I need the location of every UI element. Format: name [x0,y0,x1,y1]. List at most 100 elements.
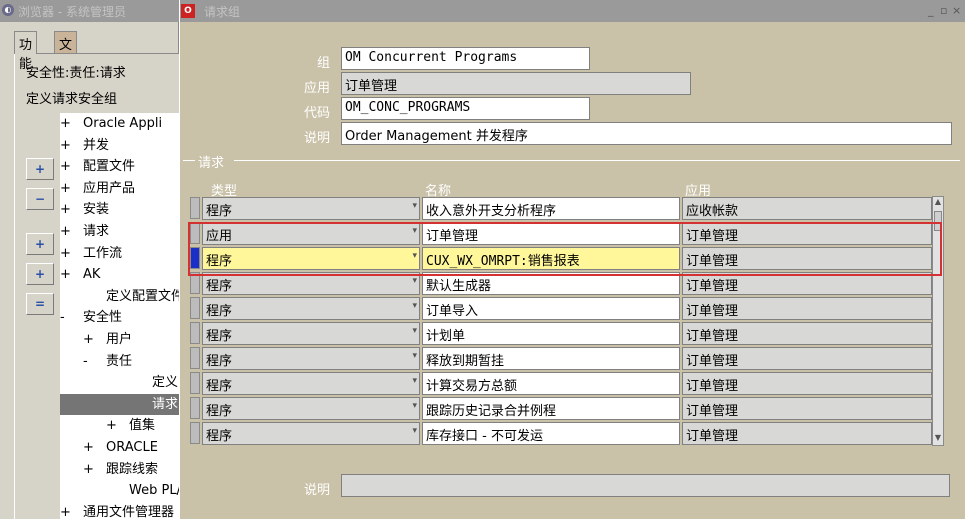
tree-node[interactable]: 请求 [60,393,179,415]
table-row[interactable]: 程序 ▾ 库存接口 - 不可发运 订单管理 [190,421,932,446]
record-indicator[interactable] [190,422,200,444]
tree-node-label: 安全性 [83,310,123,326]
tree-node[interactable]: 定义 [129,372,178,393]
application-cell[interactable]: 订单管理 [682,372,932,395]
dropdown-arrow-icon[interactable]: ▾ [412,376,417,386]
description-field[interactable]: Order Management 并发程序 [341,122,952,145]
name-cell[interactable]: 计划单 [422,322,680,345]
dropdown-arrow-icon[interactable]: ▾ [412,201,417,211]
tree-node-label: 应用产品 [83,180,136,196]
application-field[interactable]: 订单管理 [341,72,691,95]
close-icon[interactable]: × [952,4,961,17]
tree-node[interactable]: + 请求 [60,221,109,242]
table-row[interactable]: 程序 ▾ 计算交易方总额 订单管理 [190,371,932,396]
table-row[interactable]: 程序 ▾ 计划单 订单管理 [190,321,932,346]
minimize-icon[interactable]: _ [928,4,934,17]
collapse-button[interactable]: − [26,188,54,210]
application-cell[interactable]: 应收帐款 [682,197,932,220]
name-cell[interactable]: 跟踪历史记录合并例程 [422,397,680,420]
dropdown-arrow-icon[interactable]: ▾ [412,401,417,411]
tree-node[interactable]: + 并发 [60,135,109,156]
record-indicator[interactable] [190,372,200,394]
table-row[interactable]: 程序 ▾ 收入意外开支分析程序 应收帐款 [190,196,932,221]
tree-node[interactable]: + 通用文件管理器 [60,502,174,519]
expand-all-button[interactable]: + [26,263,54,285]
expand-node-icon: + [60,137,71,153]
tree-node-label: 请求 [152,396,179,412]
footer-description-field[interactable] [341,474,950,497]
name-cell[interactable]: 释放到期暂挂 [422,347,680,370]
function-tree: + Oracle Appli + 并发 + 配置文件 + 应用产品 + 安装 + 请求 + 工作流 + AK 定… [60,113,179,519]
scroll-down-icon[interactable]: ▼ [933,433,943,445]
tab-functions[interactable]: 功能 [14,31,38,72]
type-cell[interactable]: 程序 ▾ [202,322,420,345]
tree-node[interactable]: - 责任 [83,351,132,372]
tree-node[interactable]: 定义配置文件 [83,286,179,307]
code-label: 代码 [303,106,330,121]
dropdown-arrow-icon[interactable]: ▾ [412,426,417,436]
type-value: 程序 [206,304,233,319]
tree-node-label: 用户 [106,332,133,347]
record-indicator[interactable] [190,197,200,219]
tree-node[interactable]: + 工作流 [60,243,122,264]
record-indicator[interactable] [190,397,200,419]
maximize-icon[interactable]: ▫ [940,4,947,17]
scroll-up-icon[interactable]: ▲ [933,197,943,209]
expand-branch-button[interactable]: + [26,233,54,255]
annotation-highlight-box [188,222,942,276]
expand-button[interactable]: + [26,158,54,180]
tree-node[interactable]: - 安全性 [60,307,122,328]
group-field[interactable]: OM Concurrent Programs [341,47,590,70]
application-cell[interactable]: 订单管理 [682,422,932,445]
application-cell[interactable]: 订单管理 [682,322,932,345]
type-cell[interactable]: 程序 ▾ [202,422,420,445]
expand-node-icon: + [83,440,94,455]
name-cell[interactable]: 收入意外开支分析程序 [422,197,680,220]
type-cell[interactable]: 程序 ▾ [202,197,420,220]
tree-node-label: 通用文件管理器 [83,504,175,519]
tab-documents[interactable]: 文档 [54,31,78,72]
table-row[interactable]: 程序 ▾ 释放到期暂挂 订单管理 [190,346,932,371]
type-cell[interactable]: 程序 ▾ [202,297,420,320]
name-cell[interactable]: 计算交易方总额 [422,372,680,395]
dropdown-arrow-icon[interactable]: ▾ [412,276,417,286]
tree-node[interactable]: + 配置文件 [60,156,135,177]
tree-node[interactable]: + Oracle Appli [60,113,162,134]
tree-node[interactable]: + 用户 [83,329,132,350]
tree-node[interactable]: + AK [60,264,100,285]
application-cell[interactable]: 订单管理 [682,297,932,320]
record-indicator[interactable] [190,347,200,369]
table-row[interactable]: 程序 ▾ 订单导入 订单管理 [190,296,932,321]
code-field[interactable]: OM_CONC_PROGRAMS [341,97,590,120]
navigator-titlebar: ◐ 浏览器 - 系统管理员 [0,0,179,22]
tree-node[interactable]: + 跟踪线索 [83,459,158,480]
dropdown-arrow-icon[interactable]: ▾ [412,351,417,361]
tree-node[interactable]: Web PL/S [106,480,179,501]
type-cell[interactable]: 程序 ▾ [202,372,420,395]
expand-node-icon: + [60,159,71,175]
tree-node[interactable]: + 值集 [106,415,155,436]
tree-node[interactable]: + ORACLE [83,437,158,458]
collapse-all-button[interactable]: = [26,293,54,315]
oracle-icon: O [181,4,195,18]
expand-node-icon: + [60,180,71,196]
section-divider [183,160,195,161]
type-value: 程序 [206,354,233,369]
type-value: 程序 [206,279,233,294]
section-divider [234,160,960,161]
name-cell[interactable]: 订单导入 [422,297,680,320]
tree-node-label: 安装 [83,202,110,218]
tree-node[interactable]: + 应用产品 [60,178,135,199]
type-cell[interactable]: 程序 ▾ [202,397,420,420]
application-cell[interactable]: 订单管理 [682,347,932,370]
dropdown-arrow-icon[interactable]: ▾ [412,301,417,311]
type-cell[interactable]: 程序 ▾ [202,347,420,370]
table-row[interactable]: 程序 ▾ 跟踪历史记录合并例程 订单管理 [190,396,932,421]
tree-node-label: 配置文件 [83,159,136,175]
record-indicator[interactable] [190,297,200,319]
tree-node[interactable]: + 安装 [60,199,109,220]
record-indicator[interactable] [190,322,200,344]
application-cell[interactable]: 订单管理 [682,397,932,420]
dropdown-arrow-icon[interactable]: ▾ [412,326,417,336]
name-cell[interactable]: 库存接口 - 不可发运 [422,422,680,445]
